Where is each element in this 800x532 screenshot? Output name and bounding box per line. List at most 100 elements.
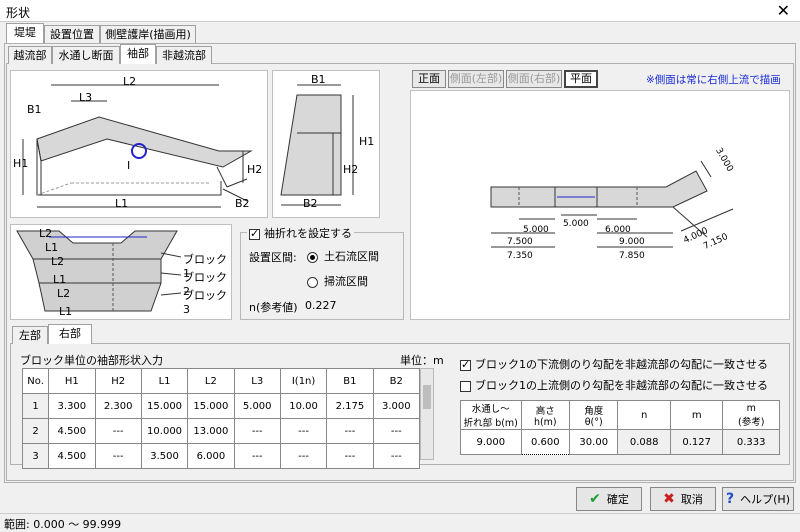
option-downstream-box[interactable]: [460, 358, 471, 371]
radio-doseki[interactable]: 土石流区間: [307, 248, 379, 264]
col-L2: L2: [187, 368, 235, 394]
table-cell[interactable]: ---: [279, 443, 328, 469]
radio-soryu-label: 掃流区間: [324, 275, 368, 288]
table-cell[interactable]: ---: [326, 418, 374, 444]
row-number[interactable]: 2: [21, 418, 50, 444]
block-label-L1-c: L1: [59, 305, 73, 318]
radio-soryu-dot[interactable]: [307, 276, 318, 288]
mizutoshi-theta-value[interactable]: 30.00: [569, 429, 619, 455]
view-front-button[interactable]: 正面: [412, 70, 446, 88]
view-side-right-button[interactable]: 側面(右部): [506, 70, 562, 88]
table-cell[interactable]: 2.300: [94, 393, 142, 419]
radio-soryu[interactable]: 掃流区間: [307, 273, 368, 289]
mizutoshi-b-value[interactable]: 9.000: [460, 429, 522, 455]
table-row: 3 4.500 --- 3.500 6.000 --- --- --- ---: [21, 443, 421, 469]
mizutoshi-header: 水通し～ 折れ部 b(m) 高さ h(m) 角度 θ(°) n m m (参考): [460, 400, 780, 430]
table-cell[interactable]: ---: [279, 418, 328, 444]
table-cell[interactable]: 4.500: [48, 418, 96, 444]
tab-right-part[interactable]: 右部: [48, 324, 92, 344]
scrollbar-thumb[interactable]: [423, 385, 431, 409]
col-H1: H1: [48, 368, 96, 394]
status-bar: 範囲: 0.000 ～ 99.999: [0, 513, 800, 531]
tab-mizutoshi[interactable]: 水通し断面: [52, 46, 120, 64]
mizutoshi-h-value[interactable]: 0.600: [520, 429, 571, 455]
plan-dim-4: 7.500: [507, 237, 533, 247]
label-L2: L2: [123, 75, 137, 88]
settings-group: 袖折れを設定する 設置区間: 土石流区間 掃流区間 n(参考値) 0.227: [240, 225, 404, 320]
table-scrollbar[interactable]: [420, 368, 434, 460]
table-cell[interactable]: 15.000: [140, 393, 189, 419]
mizutoshi-mref-value: 0.333: [722, 429, 780, 455]
col-h: 高さ h(m): [520, 400, 571, 430]
plan-dim-2: 5.000: [563, 219, 589, 229]
tab-etsuryubu[interactable]: 越流部: [8, 46, 52, 64]
row-number[interactable]: 1: [21, 393, 50, 419]
tab-teitei[interactable]: 堤堤: [6, 23, 44, 43]
label-sec-H1: H1: [359, 135, 375, 148]
col-n: n: [617, 400, 671, 430]
option-upstream-box[interactable]: [460, 380, 471, 392]
plan-dim-5: 9.000: [619, 237, 645, 247]
help-icon: ?: [726, 491, 735, 507]
mizutoshi-table: 水通し～ 折れ部 b(m) 高さ h(m) 角度 θ(°) n m m (参考)…: [460, 400, 780, 455]
table-cell[interactable]: 10.000: [140, 418, 189, 444]
block-label-3: ブロック3: [183, 289, 227, 316]
view-plan-button[interactable]: 平面: [564, 70, 598, 88]
block-table-header: No. H1 H2 L1 L2 L3 I(1n) B1 B2: [21, 368, 421, 394]
ok-button-label: 確定: [606, 493, 629, 506]
col-m: m: [669, 400, 724, 430]
check-icon: ✔: [589, 491, 601, 507]
plan-svg: [490, 160, 734, 248]
table-cell[interactable]: 13.000: [187, 418, 235, 444]
table-cell[interactable]: ---: [94, 418, 142, 444]
block-label-L2-a: L2: [39, 227, 53, 240]
table-cell[interactable]: 15.000: [187, 393, 235, 419]
cancel-button-label: 取消: [680, 493, 703, 506]
table-cell[interactable]: 3.500: [140, 443, 189, 469]
help-button[interactable]: ? ヘルプ(H): [722, 487, 794, 511]
tab-left-part[interactable]: 左部: [12, 326, 48, 344]
block-label-L1-a: L1: [45, 241, 59, 254]
table-cell[interactable]: 5.000: [233, 393, 281, 419]
close-icon[interactable]: ✕: [777, 1, 790, 20]
view-side-left-button[interactable]: 側面(左部): [448, 70, 504, 88]
mizutoshi-n-value: 0.088: [617, 429, 671, 455]
col-no: No.: [21, 368, 50, 394]
fold-checkbox-box[interactable]: [249, 227, 260, 240]
table-cell[interactable]: ---: [233, 443, 281, 469]
label-L3: L3: [79, 91, 93, 104]
tab-hietsuryubu[interactable]: 非越流部: [156, 46, 212, 64]
col-H2: H2: [94, 368, 142, 394]
option-upstream[interactable]: ブロック1の上流側のり勾配を非越流部の勾配に一致させる: [460, 377, 768, 393]
table-cell[interactable]: ---: [372, 443, 421, 469]
tab-setti-ichi[interactable]: 設置位置: [44, 25, 100, 43]
plan-dim-7: 7.850: [619, 251, 645, 261]
table-cell[interactable]: ---: [233, 418, 281, 444]
table-cell[interactable]: 6.000: [187, 443, 235, 469]
radio-doseki-dot[interactable]: [307, 251, 318, 263]
label-sec-H2: H2: [343, 163, 359, 176]
table-cell[interactable]: 4.500: [48, 443, 96, 469]
table-cell[interactable]: 3.300: [48, 393, 96, 419]
row-number[interactable]: 3: [21, 443, 50, 469]
fold-checkbox[interactable]: 袖折れを設定する: [247, 225, 354, 241]
top-tabbar: 堤堤 設置位置 側壁護岸(描画用): [6, 23, 796, 43]
table-cell[interactable]: ---: [94, 443, 142, 469]
tab-sokuheki[interactable]: 側壁護岸(描画用): [100, 25, 196, 43]
col-theta: 角度 θ(°): [569, 400, 619, 430]
radio-doseki-label: 土石流区間: [324, 250, 379, 263]
window-titlebar: 形状 ✕: [0, 0, 800, 22]
ok-button[interactable]: ✔ 確定: [576, 487, 642, 511]
table-cell[interactable]: 10.00: [279, 393, 328, 419]
label-H2: H2: [247, 163, 263, 176]
table-cell[interactable]: 2.175: [326, 393, 374, 419]
plan-dim-1: 5.000: [523, 225, 549, 235]
table-cell[interactable]: ---: [326, 443, 374, 469]
cancel-button[interactable]: ✖ 取消: [650, 487, 716, 511]
sub-tabbar: 越流部 水通し断面 袖部 非越流部: [8, 44, 308, 64]
window-title: 形状: [6, 6, 31, 20]
table-cell[interactable]: ---: [372, 418, 421, 444]
option-downstream[interactable]: ブロック1の下流側のり勾配を非越流部の勾配に一致させる: [460, 356, 768, 372]
table-cell[interactable]: 3.000: [372, 393, 421, 419]
tab-sodebu[interactable]: 袖部: [120, 44, 156, 64]
